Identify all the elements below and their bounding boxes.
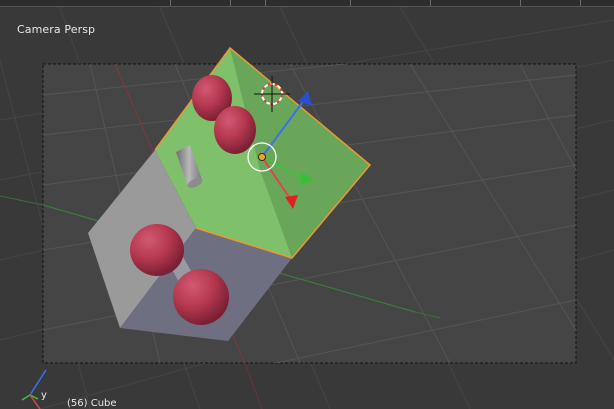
sphere-top-2[interactable] [214,106,256,154]
active-object-label: (56) Cube [67,398,117,409]
header-separator [0,0,614,7]
view-perspective-label: Camera Persp [17,23,96,36]
sphere-bottom-2[interactable] [173,269,229,325]
3d-viewport[interactable]: Camera Persp y (56) Cube [0,7,614,409]
axis-y-label: y [41,390,47,401]
viewport-scene[interactable] [0,7,614,409]
sphere-bottom-1[interactable] [130,224,184,276]
